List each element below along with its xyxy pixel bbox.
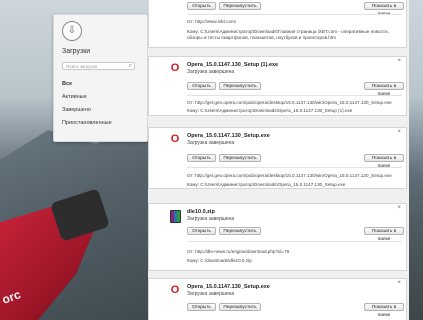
download-destination: Кому: C:\Users\Администратор\Downloads\Г…	[187, 29, 389, 40]
scrollbar[interactable]	[409, 0, 423, 320]
close-icon[interactable]: ×	[397, 58, 401, 64]
restart-button[interactable]: Перезапустить	[219, 82, 261, 90]
sidebar-item-completed[interactable]: Завершено	[62, 107, 91, 113]
divider	[187, 241, 402, 242]
open-button[interactable]: Открыть	[187, 303, 216, 311]
divider	[187, 14, 402, 15]
download-arrow-icon: ⇩	[62, 21, 82, 41]
download-source: От: http://www.ixbt.com/	[187, 19, 237, 24]
download-item: Открыть Перезапустить Показать в папке О…	[148, 0, 407, 48]
restart-button[interactable]: Перезапустить	[219, 227, 261, 235]
winrar-icon	[170, 210, 181, 223]
download-source: От: http://get.geo.opera.com/pub/opera/d…	[187, 173, 392, 178]
download-item: × O Opera_15.0.1147.130_Setup (1).exe За…	[148, 56, 407, 116]
divider	[187, 167, 402, 168]
search-icon[interactable]: ⌕	[129, 63, 132, 70]
file-name: Opera_15.0.1147.130_Setup.exe	[187, 133, 270, 139]
open-button[interactable]: Открыть	[187, 2, 216, 10]
download-destination: Кому: C:\downloads\dle10.0.zip	[187, 258, 252, 263]
download-item: × O Opera_15.0.1147.130_Setup.exe Загруз…	[148, 127, 407, 189]
opera-icon: O	[170, 283, 180, 296]
sidebar-item-active[interactable]: Активные	[62, 94, 87, 100]
show-in-folder-button[interactable]: Показать в папке	[364, 227, 404, 242]
file-name: dle10.0.zip	[187, 209, 215, 215]
download-status: Загрузка завершена	[187, 216, 235, 222]
downloads-sidebar: ⇩ Загрузки Поиск загрузок ⌕ Все Активные…	[53, 14, 148, 142]
download-item: × O Opera_15.0.1147.130_Setup.exe Загруз…	[148, 278, 407, 320]
close-icon[interactable]: ×	[397, 205, 401, 211]
download-status: Загрузка завершена	[187, 140, 235, 146]
restart-button[interactable]: Перезапустить	[219, 2, 261, 10]
open-button[interactable]: Открыть	[187, 227, 216, 235]
download-status: Загрузка завершена	[187, 69, 235, 75]
downloads-list: Открыть Перезапустить Показать в папке О…	[148, 0, 409, 320]
download-status: Загрузка завершена	[187, 291, 235, 297]
search-input[interactable]: Поиск загрузок ⌕	[62, 62, 135, 70]
open-button[interactable]: Открыть	[187, 154, 216, 162]
sidebar-item-paused[interactable]: Приостановленные	[62, 120, 112, 126]
open-button[interactable]: Открыть	[187, 82, 216, 90]
download-destination: Кому: C:\Users\Администратор\Downloads\O…	[187, 182, 346, 187]
download-item: × dle10.0.zip Загрузка завершена Открыть…	[148, 203, 407, 271]
show-in-folder-button[interactable]: Показать в папке	[364, 82, 404, 97]
divider	[187, 95, 402, 96]
show-in-folder-button[interactable]: Показать в папке	[364, 303, 404, 318]
show-in-folder-button[interactable]: Показать в папке	[364, 2, 404, 17]
download-destination: Кому: C:\Users\Администратор\Downloads\O…	[187, 108, 353, 113]
download-source: От: http://dle-news.ru/engine/download.p…	[187, 249, 290, 254]
opera-icon: O	[170, 132, 180, 145]
sidebar-title: Загрузки	[62, 48, 91, 55]
opera-icon: O	[170, 61, 180, 74]
restart-button[interactable]: Перезапустить	[219, 154, 261, 162]
restart-button[interactable]: Перезапустить	[219, 303, 261, 311]
close-icon[interactable]: ×	[397, 280, 401, 286]
show-in-folder-button[interactable]: Показать в папке	[364, 154, 404, 169]
close-icon[interactable]: ×	[397, 129, 401, 135]
sidebar-item-all[interactable]: Все	[62, 81, 72, 87]
search-placeholder: Поиск загрузок	[66, 64, 98, 69]
file-name: Opera_15.0.1147.130_Setup.exe	[187, 284, 270, 290]
download-source: От: http://get.geo.opera.com/pub/opera/d…	[187, 100, 392, 105]
file-name: Opera_15.0.1147.130_Setup (1).exe	[187, 62, 279, 68]
